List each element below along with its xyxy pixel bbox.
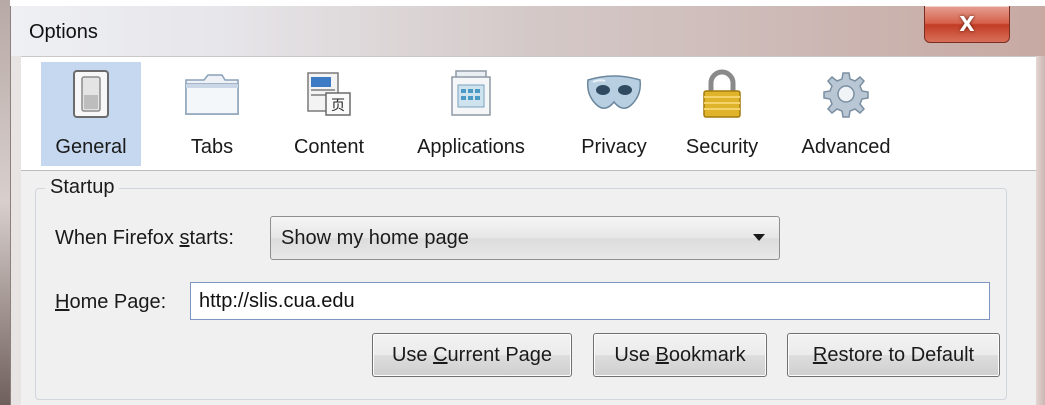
pane-label: Privacy [581,136,647,158]
close-button[interactable]: X [924,6,1010,43]
restore-to-default-button[interactable]: Restore to Default [787,333,1000,377]
access-key: s [179,227,190,249]
button-text: Use [614,343,656,366]
access-key: C [433,343,448,366]
when-firefox-starts-label: When Firefox starts: [55,227,234,250]
tabs-folder-icon [182,68,242,120]
switch-icon [61,68,121,120]
content-page-icon: 页 [299,68,359,120]
close-icon: X [959,12,975,36]
pane-toolbar: General Tabs 页 Content Applications Priv… [21,56,1036,171]
svg-text:页: 页 [331,98,345,114]
chevron-down-icon [753,234,765,241]
pane-tab-privacy[interactable]: Privacy [569,62,659,166]
pane-label: Tabs [190,136,234,158]
pane-tab-applications[interactable]: Applications [396,62,546,166]
label-text: ome Page: [69,291,167,313]
label-text: tarts: [189,227,234,249]
startup-select-value: Show my home page [281,227,469,249]
window-frame-right [1036,56,1045,405]
home-page-label: Home Page: [55,291,166,314]
use-current-page-button[interactable]: Use Current Page [372,333,572,377]
pane-tab-security[interactable]: Security [673,62,771,166]
access-key: B [655,343,669,366]
applications-window-icon [441,68,501,120]
pane-tab-tabs[interactable]: Tabs [171,62,253,166]
pane-label: General [55,136,127,158]
title-bar[interactable]: Options X [11,6,1045,56]
pane-label: Content [293,136,365,158]
padlock-icon [692,68,752,120]
use-bookmark-button[interactable]: Use Bookmark [593,333,767,377]
startup-legend: Startup [45,176,120,199]
button-text: estore to Default [827,343,975,366]
label-text: When Firefox [55,227,180,249]
window-title: Options [29,21,98,43]
startup-select[interactable]: Show my home page [270,216,780,260]
button-text: urrent Page [447,343,553,366]
access-key: H [55,291,70,313]
mask-icon [584,68,644,120]
button-text: ookmark [668,343,746,366]
access-key: R [812,343,828,366]
button-text: Use [391,343,434,366]
pane-label: Security [685,136,759,158]
home-page-input[interactable] [190,282,990,320]
pane-tab-advanced[interactable]: Advanced [786,62,906,166]
pane-tab-content[interactable]: 页 Content [279,62,379,166]
pane-tab-general[interactable]: General [41,62,141,166]
background-strip [0,0,10,405]
pane-label: Advanced [801,136,891,158]
pane-label: Applications [417,136,525,158]
gear-icon [816,68,876,120]
window-frame-left [11,56,21,405]
